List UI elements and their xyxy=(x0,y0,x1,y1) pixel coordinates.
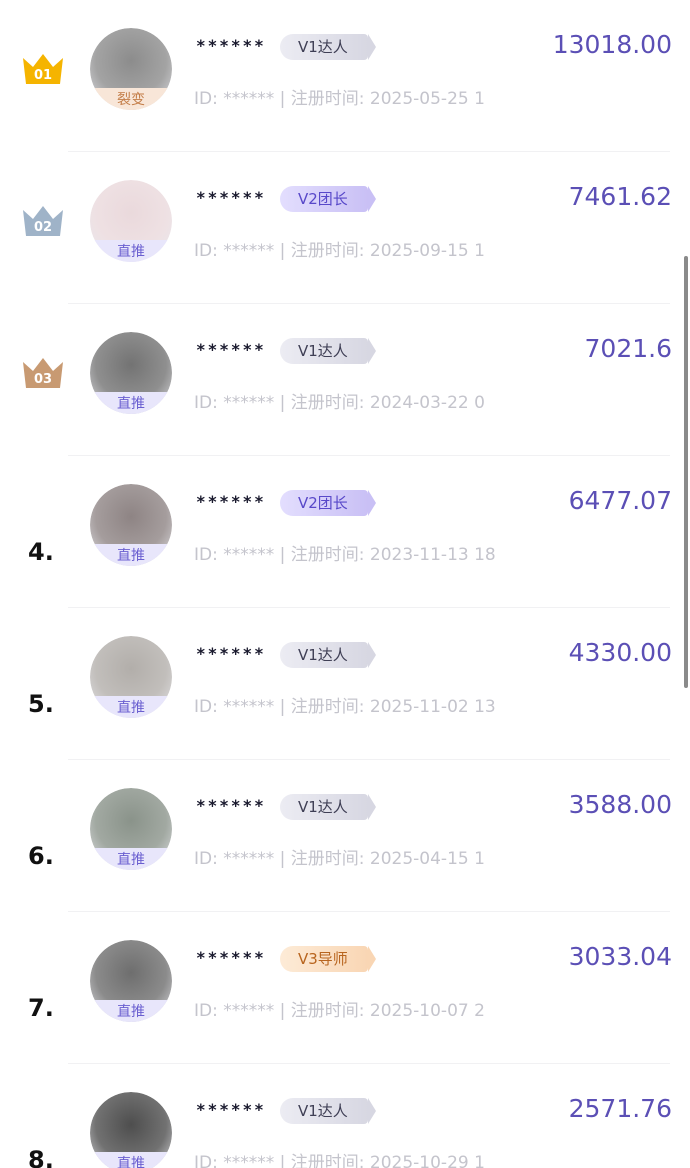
user-meta: ID: ****** | 注册时间: 2023-11-13 18 xyxy=(194,545,496,565)
level-badge: V1达人 xyxy=(280,794,376,820)
crown-rank-label: 02 xyxy=(34,220,52,235)
user-name: ****** xyxy=(196,188,266,207)
scrollbar[interactable] xyxy=(684,256,688,688)
rank-number: 5. xyxy=(28,690,54,718)
user-meta: ID: ****** | 注册时间: 2025-10-07 2 xyxy=(194,1001,485,1021)
level-badge: V1达人 xyxy=(280,642,376,668)
leaderboard-row-7[interactable]: 7. 直推 ****** V3导师 ID: ****** | 注册时间: 202… xyxy=(0,912,690,1064)
avatar-tag: 直推 xyxy=(90,392,172,414)
user-name: ****** xyxy=(196,796,266,815)
user-name: ****** xyxy=(196,644,266,663)
avatar[interactable]: 直推 xyxy=(90,180,172,262)
leaderboard-row-6[interactable]: 6. 直推 ****** V1达人 ID: ****** | 注册时间: 202… xyxy=(0,760,690,912)
level-badge: V3导师 xyxy=(280,946,376,972)
crown-rank-icon: 03 xyxy=(23,358,63,388)
avatar[interactable]: 直推 xyxy=(90,1092,172,1168)
level-badge: V2团长 xyxy=(280,490,376,516)
amount-value: 7461.62 xyxy=(568,182,672,211)
leaderboard-list: 01 裂变 ****** V1达人 ID: ****** | 注册时间: 202… xyxy=(0,0,690,1168)
avatar[interactable]: 直推 xyxy=(90,788,172,870)
amount-value: 4330.00 xyxy=(568,638,672,667)
user-name: ****** xyxy=(196,948,266,967)
leaderboard-row-5[interactable]: 5. 直推 ****** V1达人 ID: ****** | 注册时间: 202… xyxy=(0,608,690,760)
level-badge: V1达人 xyxy=(280,338,376,364)
leaderboard-row-3[interactable]: 03 直推 ****** V1达人 ID: ****** | 注册时间: 202… xyxy=(0,304,690,456)
crown-rank-label: 01 xyxy=(34,68,52,83)
user-name: ****** xyxy=(196,36,266,55)
avatar-tag: 直推 xyxy=(90,1152,172,1168)
user-name: ****** xyxy=(196,1100,266,1119)
amount-value: 6477.07 xyxy=(568,486,672,515)
leaderboard-row-8[interactable]: 8. 直推 ****** V1达人 ID: ****** | 注册时间: 202… xyxy=(0,1064,690,1168)
user-meta: ID: ****** | 注册时间: 2025-05-25 1 xyxy=(194,89,485,109)
crown-rank-icon: 01 xyxy=(23,54,63,84)
leaderboard-row-1[interactable]: 01 裂变 ****** V1达人 ID: ****** | 注册时间: 202… xyxy=(0,0,690,152)
amount-value: 7021.6 xyxy=(584,334,672,363)
leaderboard-row-4[interactable]: 4. 直推 ****** V2团长 ID: ****** | 注册时间: 202… xyxy=(0,456,690,608)
avatar[interactable]: 直推 xyxy=(90,940,172,1022)
user-name: ****** xyxy=(196,492,266,511)
user-meta: ID: ****** | 注册时间: 2025-11-02 13 xyxy=(194,697,496,717)
avatar-tag: 直推 xyxy=(90,1000,172,1022)
avatar-tag: 直推 xyxy=(90,544,172,566)
rank-number: 4. xyxy=(28,538,54,566)
avatar-tag: 裂变 xyxy=(90,88,172,110)
avatar[interactable]: 裂变 xyxy=(90,28,172,110)
avatar-tag: 直推 xyxy=(90,848,172,870)
level-badge: V1达人 xyxy=(280,1098,376,1124)
user-meta: ID: ****** | 注册时间: 2025-04-15 1 xyxy=(194,849,485,869)
rank-number: 6. xyxy=(28,842,54,870)
rank-number: 8. xyxy=(28,1146,54,1168)
user-meta: ID: ****** | 注册时间: 2024-03-22 0 xyxy=(194,393,485,413)
crown-rank-label: 03 xyxy=(34,372,52,387)
amount-value: 13018.00 xyxy=(552,30,672,59)
avatar-tag: 直推 xyxy=(90,240,172,262)
user-meta: ID: ****** | 注册时间: 2025-10-29 1 xyxy=(194,1153,485,1168)
level-badge: V2团长 xyxy=(280,186,376,212)
level-badge: V1达人 xyxy=(280,34,376,60)
avatar-tag: 直推 xyxy=(90,696,172,718)
crown-rank-icon: 02 xyxy=(23,206,63,236)
amount-value: 3588.00 xyxy=(568,790,672,819)
amount-value: 3033.04 xyxy=(568,942,672,971)
user-meta: ID: ****** | 注册时间: 2025-09-15 1 xyxy=(194,241,485,261)
rank-number: 7. xyxy=(28,994,54,1022)
avatar[interactable]: 直推 xyxy=(90,332,172,414)
avatar[interactable]: 直推 xyxy=(90,484,172,566)
user-name: ****** xyxy=(196,340,266,359)
leaderboard-row-2[interactable]: 02 直推 ****** V2团长 ID: ****** | 注册时间: 202… xyxy=(0,152,690,304)
amount-value: 2571.76 xyxy=(568,1094,672,1123)
avatar[interactable]: 直推 xyxy=(90,636,172,718)
